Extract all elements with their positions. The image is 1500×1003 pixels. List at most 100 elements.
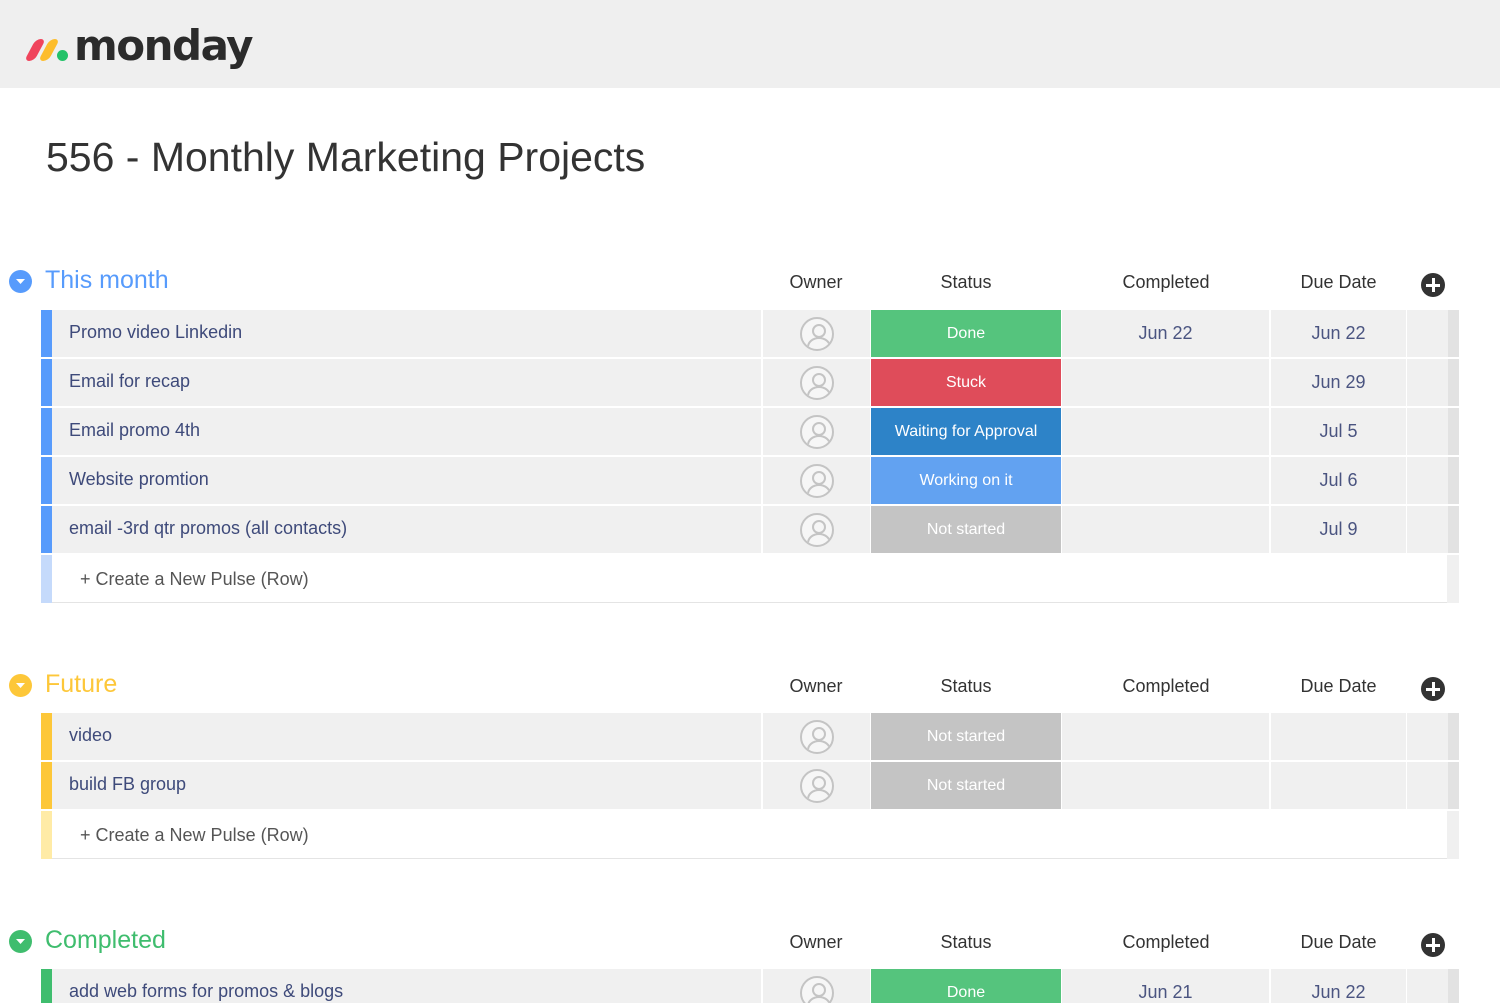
item-name-cell[interactable]: add web forms for promos & blogs bbox=[52, 969, 761, 1003]
table-row[interactable]: build FB group Not started bbox=[0, 762, 1500, 811]
status-label[interactable]: Not started bbox=[871, 506, 1061, 553]
group-title[interactable]: Completed bbox=[45, 926, 166, 955]
column-header-due-date[interactable]: Due Date bbox=[1271, 272, 1406, 293]
status-label[interactable]: Not started bbox=[871, 762, 1061, 809]
person-avatar-icon[interactable] bbox=[799, 768, 834, 803]
due-date-cell[interactable] bbox=[1271, 713, 1406, 760]
item-name[interactable]: Website promtion bbox=[69, 469, 209, 490]
due-date-cell[interactable] bbox=[1271, 762, 1406, 809]
completed-date-cell[interactable] bbox=[1062, 506, 1269, 553]
collapse-group-chevron-down-icon[interactable] bbox=[9, 930, 32, 953]
column-header-status[interactable]: Status bbox=[871, 272, 1061, 293]
status-label[interactable]: Working on it bbox=[871, 457, 1061, 504]
item-name-cell[interactable]: Website promtion bbox=[52, 457, 761, 504]
status-label[interactable]: Not started bbox=[871, 713, 1061, 760]
column-header-owner[interactable]: Owner bbox=[762, 272, 870, 293]
group-title[interactable]: Future bbox=[45, 670, 117, 699]
due-date-cell[interactable]: Jun 29 bbox=[1271, 359, 1406, 406]
top-bar: monday bbox=[0, 0, 1500, 88]
row-end-cap bbox=[1448, 969, 1459, 1003]
owner-cell[interactable] bbox=[763, 408, 870, 455]
owner-cell[interactable] bbox=[763, 762, 870, 809]
person-avatar-icon[interactable] bbox=[799, 975, 834, 1003]
completed-date-cell[interactable] bbox=[1062, 359, 1269, 406]
item-name-cell[interactable]: Email for recap bbox=[52, 359, 761, 406]
person-avatar-icon[interactable] bbox=[799, 414, 834, 449]
completed-date-cell[interactable] bbox=[1062, 762, 1269, 809]
column-header-due-date[interactable]: Due Date bbox=[1271, 676, 1406, 697]
item-name[interactable]: Promo video Linkedin bbox=[69, 322, 242, 343]
column-header-completed[interactable]: Completed bbox=[1071, 932, 1261, 953]
due-date-cell[interactable]: Jun 22 bbox=[1271, 310, 1406, 357]
owner-cell[interactable] bbox=[763, 457, 870, 504]
table-row[interactable]: Email promo 4th Waiting for Approval Jul… bbox=[0, 408, 1500, 457]
item-name-cell[interactable]: Email promo 4th bbox=[52, 408, 761, 455]
status-label[interactable]: Done bbox=[871, 310, 1061, 357]
item-name[interactable]: build FB group bbox=[69, 774, 186, 795]
group-title[interactable]: This month bbox=[45, 266, 169, 295]
create-pulse-label[interactable]: + Create a New Pulse (Row) bbox=[80, 569, 309, 590]
create-pulse-input[interactable]: + Create a New Pulse (Row) bbox=[52, 555, 1447, 603]
item-name[interactable]: Email promo 4th bbox=[69, 420, 200, 441]
item-name-cell[interactable]: email -3rd qtr promos (all contacts) bbox=[52, 506, 761, 553]
column-header-completed[interactable]: Completed bbox=[1071, 272, 1261, 293]
due-date-cell[interactable]: Jul 9 bbox=[1271, 506, 1406, 553]
table-row[interactable]: video Not started bbox=[0, 713, 1500, 762]
completed-date-cell[interactable]: Jun 21 bbox=[1062, 969, 1269, 1003]
create-pulse-row[interactable]: + Create a New Pulse (Row) bbox=[0, 811, 1500, 859]
create-pulse-label[interactable]: + Create a New Pulse (Row) bbox=[80, 825, 309, 846]
item-name[interactable]: video bbox=[69, 725, 112, 746]
completed-date-cell[interactable] bbox=[1062, 457, 1269, 504]
person-avatar-icon[interactable] bbox=[799, 365, 834, 400]
column-header-status[interactable]: Status bbox=[871, 932, 1061, 953]
add-column-plus-icon[interactable] bbox=[1421, 677, 1445, 701]
monday-logo[interactable]: monday bbox=[24, 22, 254, 70]
due-date-cell[interactable]: Jun 22 bbox=[1271, 969, 1406, 1003]
row-end-cap bbox=[1448, 762, 1459, 809]
item-name-cell[interactable]: video bbox=[52, 713, 761, 760]
completed-date-cell[interactable] bbox=[1062, 408, 1269, 455]
add-column-plus-icon[interactable] bbox=[1421, 273, 1445, 297]
status-label[interactable]: Stuck bbox=[871, 359, 1061, 406]
person-avatar-icon[interactable] bbox=[799, 719, 834, 754]
item-name-cell[interactable]: Promo video Linkedin bbox=[52, 310, 761, 357]
table-row[interactable]: Email for recap Stuck Jun 29 bbox=[0, 359, 1500, 408]
owner-cell[interactable] bbox=[763, 506, 870, 553]
item-name[interactable]: add web forms for promos & blogs bbox=[69, 981, 343, 1002]
collapse-group-chevron-down-icon[interactable] bbox=[9, 270, 32, 293]
completed-date-cell[interactable]: Jun 22 bbox=[1062, 310, 1269, 357]
item-name[interactable]: email -3rd qtr promos (all contacts) bbox=[69, 518, 347, 539]
table-row[interactable]: Promo video Linkedin Done Jun 22 Jun 22 bbox=[0, 310, 1500, 359]
item-name[interactable]: Email for recap bbox=[69, 371, 190, 392]
table-row[interactable]: email -3rd qtr promos (all contacts) Not… bbox=[0, 506, 1500, 555]
owner-cell[interactable] bbox=[763, 359, 870, 406]
due-date-cell[interactable]: Jul 5 bbox=[1271, 408, 1406, 455]
add-column-plus-icon[interactable] bbox=[1421, 933, 1445, 957]
table-row[interactable]: add web forms for promos & blogs Done Ju… bbox=[0, 969, 1500, 1003]
collapse-group-chevron-down-icon[interactable] bbox=[9, 674, 32, 697]
person-avatar-icon[interactable] bbox=[799, 316, 834, 351]
owner-cell[interactable] bbox=[763, 969, 870, 1003]
due-date: Jun 22 bbox=[1311, 323, 1366, 343]
item-name-cell[interactable]: build FB group bbox=[52, 762, 761, 809]
status-label[interactable]: Waiting for Approval bbox=[871, 408, 1061, 455]
person-avatar-icon[interactable] bbox=[799, 512, 834, 547]
column-header-completed[interactable]: Completed bbox=[1071, 676, 1261, 697]
due-date-cell[interactable]: Jul 6 bbox=[1271, 457, 1406, 504]
create-pulse-row[interactable]: + Create a New Pulse (Row) bbox=[0, 555, 1500, 603]
group-header: This month Owner Status Completed Due Da… bbox=[0, 262, 1500, 302]
column-header-owner[interactable]: Owner bbox=[762, 676, 870, 697]
table-row[interactable]: Website promtion Working on it Jul 6 bbox=[0, 457, 1500, 506]
status-label[interactable]: Done bbox=[871, 969, 1061, 1003]
owner-cell[interactable] bbox=[763, 713, 870, 760]
owner-cell[interactable] bbox=[763, 310, 870, 357]
group-header: Future Owner Status Completed Due Date bbox=[0, 666, 1500, 706]
person-avatar-icon[interactable] bbox=[799, 463, 834, 498]
column-header-due-date[interactable]: Due Date bbox=[1271, 932, 1406, 953]
column-header-status[interactable]: Status bbox=[871, 676, 1061, 697]
create-pulse-input[interactable]: + Create a New Pulse (Row) bbox=[52, 811, 1447, 859]
column-header-owner[interactable]: Owner bbox=[762, 932, 870, 953]
completed-date-cell[interactable] bbox=[1062, 713, 1269, 760]
group-header: Completed Owner Status Completed Due Dat… bbox=[0, 922, 1500, 962]
group-future: Future Owner Status Completed Due Date v… bbox=[0, 666, 1500, 859]
